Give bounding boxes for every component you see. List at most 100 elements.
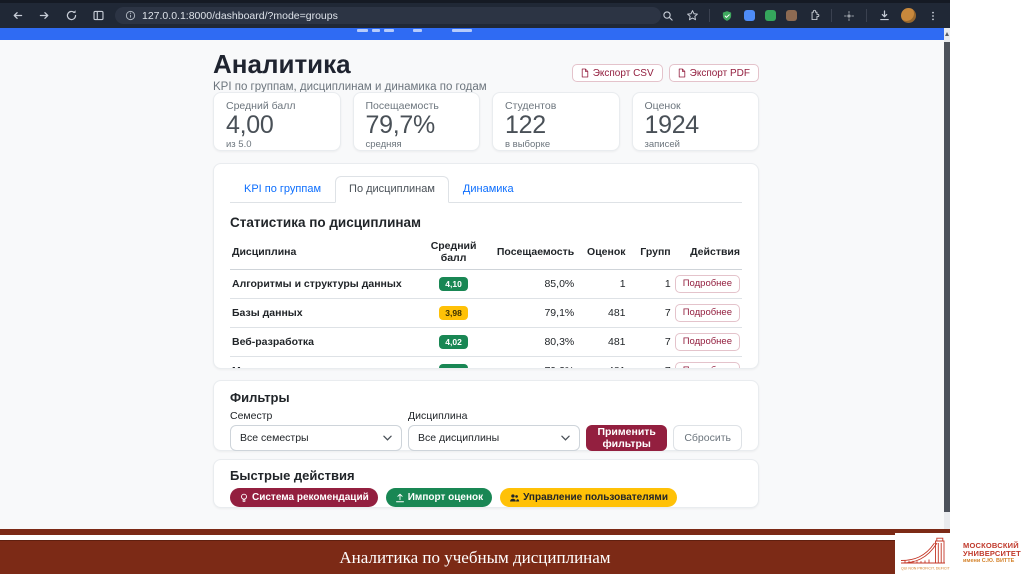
bookmark-star-icon[interactable] xyxy=(685,9,699,23)
content-container: Аналитика KPI по группам, дисциплинам и … xyxy=(213,50,759,529)
page-viewport: Аналитика KPI по группам, дисциплинам и … xyxy=(0,40,944,529)
table-row: Алгоритмы и структуры данных 4,10 85,0% … xyxy=(230,270,742,299)
apply-filters-button[interactable]: Применить фильтры xyxy=(586,425,667,451)
extension-shield-icon[interactable] xyxy=(720,9,734,23)
col-actions: Действия xyxy=(673,237,742,270)
download-icon[interactable] xyxy=(877,9,891,23)
disciplines-table: Дисциплина Средний балл Посещаемость Оце… xyxy=(230,237,742,369)
kpi-card-avg: Средний балл 4,00 из 5.0 xyxy=(213,92,341,151)
details-button[interactable]: Подробнее xyxy=(675,275,740,293)
chevron-down-icon xyxy=(383,435,392,441)
col-avg: Средний балл xyxy=(416,237,492,270)
reset-filters-button[interactable]: Сбросить xyxy=(673,425,742,451)
extensions-puzzle-icon[interactable] xyxy=(807,9,821,23)
semester-select[interactable]: Все семестры xyxy=(230,425,402,451)
tab-kpi-groups[interactable]: KPI по группам xyxy=(230,176,335,203)
browser-nav-buttons xyxy=(10,9,105,23)
details-button[interactable]: Подробнее xyxy=(675,333,740,351)
university-logo: QUI NON PROFICIT, DEFICIT МОСКОВСКИЙ УНИ… xyxy=(895,533,1024,574)
discipline-filter: Дисциплина Все дисциплины xyxy=(408,410,580,451)
kpi-sub: из 5.0 xyxy=(226,139,328,150)
discipline-select[interactable]: Все дисциплины xyxy=(408,425,580,451)
side-panel-icon[interactable] xyxy=(91,9,105,23)
manage-users-button[interactable]: Управление пользователями xyxy=(500,488,677,507)
chevron-down-icon xyxy=(561,435,570,441)
toolbar-divider xyxy=(866,9,867,22)
kpi-sub: в выборке xyxy=(505,139,607,150)
recommendations-button[interactable]: Система рекомендаций xyxy=(230,488,378,507)
screen: 127.0.0.1:8000/dashboard/?mode=groups xyxy=(0,0,1024,574)
extension-brown-icon[interactable] xyxy=(786,10,797,21)
quick-actions-row: Система рекомендаций Импорт оценок Управ… xyxy=(230,488,742,507)
upload-icon xyxy=(395,493,405,503)
users-icon xyxy=(509,493,520,503)
cell-grades: 481 xyxy=(576,328,627,357)
tab-disciplines[interactable]: По дисциплинам xyxy=(335,176,449,203)
back-icon[interactable] xyxy=(10,9,24,23)
reload-icon[interactable] xyxy=(64,9,78,23)
cell-grades: 481 xyxy=(576,357,627,370)
logo-motto: QUI NON PROFICIT, DEFICIT xyxy=(901,566,951,570)
file-icon xyxy=(678,68,686,78)
avg-badge: 4,10 xyxy=(439,277,468,291)
search-icon[interactable] xyxy=(661,9,675,23)
quick-actions-card: Быстрые действия Система рекомендаций Им… xyxy=(213,459,759,508)
kpi-card-attendance: Посещаемость 79,7% средняя xyxy=(353,92,481,151)
scrollbar-thumb[interactable] xyxy=(944,42,950,512)
export-csv-button[interactable]: Экспорт CSV xyxy=(572,64,663,82)
semester-select-value: Все семестры xyxy=(240,432,309,444)
disciplines-card: KPI по группам По дисциплинам Динамика С… xyxy=(213,163,759,369)
recommendations-label: Система рекомендаций xyxy=(252,492,369,503)
site-info-icon[interactable] xyxy=(125,10,136,21)
tab-bar: KPI по группам По дисциплинам Динамика xyxy=(230,176,742,203)
cell-groups: 7 xyxy=(628,357,673,370)
navbar-partial-glyph xyxy=(413,29,422,32)
cell-grades: 481 xyxy=(576,299,627,328)
scroll-up-arrow[interactable] xyxy=(945,32,949,36)
kpi-sub: записей xyxy=(645,139,747,150)
kpi-value: 1924 xyxy=(645,112,747,139)
col-discipline: Дисциплина xyxy=(230,237,416,270)
discipline-select-value: Все дисциплины xyxy=(418,432,499,444)
url-bar[interactable]: 127.0.0.1:8000/dashboard/?mode=groups xyxy=(115,7,661,24)
filters-heading: Фильтры xyxy=(230,390,742,405)
discipline-label: Дисциплина xyxy=(408,410,580,422)
semester-filter: Семестр Все семестры xyxy=(230,410,402,451)
toolbar-divider xyxy=(709,9,710,22)
details-button[interactable]: Подробнее xyxy=(675,362,740,369)
page-header: Аналитика KPI по группам, дисциплинам и … xyxy=(213,50,759,96)
footer-banner: Аналитика по учебным дисциплинам xyxy=(0,540,1024,574)
logo-line3: имени С.Ю. ВИТТЕ xyxy=(963,559,1021,565)
col-grades: Оценок xyxy=(576,237,627,270)
table-header-row: Дисциплина Средний балл Посещаемость Оце… xyxy=(230,237,742,270)
extension-blue-icon[interactable] xyxy=(744,10,755,21)
kpi-card-students: Студентов 122 в выборке xyxy=(492,92,620,151)
export-csv-label: Экспорт CSV xyxy=(593,68,654,79)
footer-banner-text: Аналитика по учебным дисциплинам xyxy=(0,548,950,568)
kpi-card-grades: Оценок 1924 записей xyxy=(632,92,760,151)
toolbar-divider xyxy=(831,9,832,22)
table-heading: Статистика по дисциплинам xyxy=(230,215,742,230)
tab-dynamics[interactable]: Динамика xyxy=(449,176,528,203)
avg-badge: 3,98 xyxy=(439,306,468,320)
cell-groups: 7 xyxy=(628,328,673,357)
university-logo-text: МОСКОВСКИЙ УНИВЕРСИТЕТ имени С.Ю. ВИТТЕ xyxy=(963,542,1021,565)
col-groups: Групп xyxy=(628,237,673,270)
app-navbar-partial xyxy=(0,28,944,40)
scrollbar[interactable] xyxy=(944,28,950,529)
profile-avatar[interactable] xyxy=(901,8,916,23)
cell-grades: 1 xyxy=(576,270,627,299)
extension-green-icon[interactable] xyxy=(765,10,776,21)
toolbar-misc-icon[interactable] xyxy=(842,9,856,23)
navbar-partial-glyph xyxy=(384,29,394,32)
kpi-value: 79,7% xyxy=(366,112,468,139)
forward-icon[interactable] xyxy=(37,9,51,23)
export-pdf-button[interactable]: Экспорт PDF xyxy=(669,64,759,82)
menu-dots-icon[interactable] xyxy=(926,9,940,23)
import-grades-button[interactable]: Импорт оценок xyxy=(386,488,492,507)
logo-line2: УНИВЕРСИТЕТ xyxy=(963,550,1021,558)
file-icon xyxy=(581,68,589,78)
cell-discipline: Алгоритмы и структуры данных xyxy=(230,270,416,299)
export-buttons: Экспорт CSV Экспорт PDF xyxy=(572,64,759,82)
details-button[interactable]: Подробнее xyxy=(675,304,740,322)
